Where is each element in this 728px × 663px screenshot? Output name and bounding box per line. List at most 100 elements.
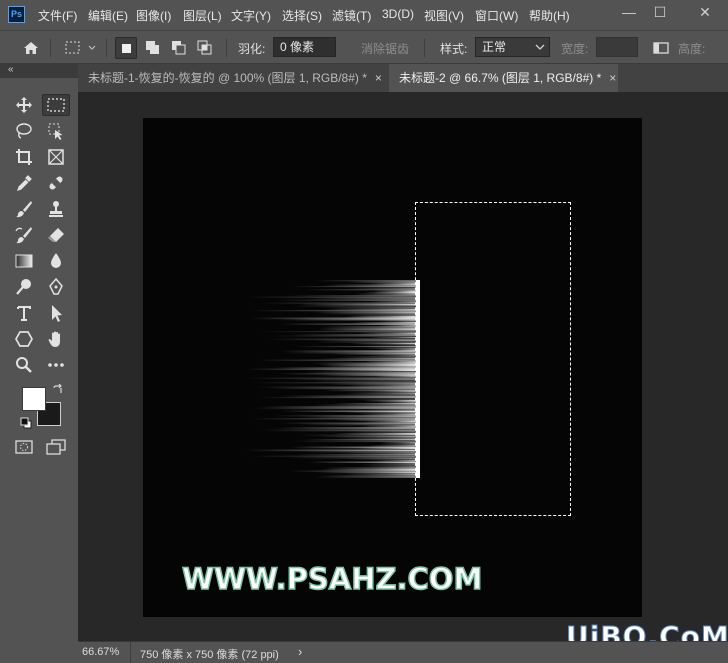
frame-icon [48,149,64,165]
history-brush-icon [15,227,32,244]
style-label: 样式: [440,42,468,56]
document-tabs: 未标题-1-恢复的-恢复的 @ 100% (图层 1, RGB/8#) * × 未… [78,64,728,92]
watermark-text: WWW.PSAHZ.COM [181,561,483,597]
zoom-level[interactable]: 66.67% [82,646,119,658]
divider [424,39,425,57]
style-select-value: 正常 [482,40,507,54]
crop-icon [16,149,32,165]
hand-tool[interactable] [44,328,68,350]
maximize-button[interactable]: ☐ [645,2,675,24]
eyedropper-tool[interactable] [12,172,36,194]
path-selection-tool[interactable] [44,302,68,324]
height-label: 高度: [678,42,706,56]
menu-select[interactable]: 选择(S) [282,7,322,24]
quick-mask-icon [15,440,33,454]
swap-arrows-icon [53,383,62,393]
swap-icon [653,42,669,54]
shape-tool[interactable] [12,328,36,350]
default-colors-button[interactable] [20,417,32,432]
lasso-tool[interactable] [12,120,36,142]
home-button[interactable] [20,37,42,59]
style-select[interactable]: 正常 [475,37,550,57]
pen-icon [49,277,63,295]
screen-mode-button[interactable] [44,436,68,458]
frame-tool[interactable] [44,146,68,168]
close-tab-icon[interactable]: × [375,71,382,85]
brush-tool[interactable] [12,198,36,220]
menu-filter[interactable]: 滤镜(T) [332,7,371,24]
swap-colors-button[interactable] [52,383,64,399]
feather-label: 羽化: [238,42,266,56]
menu-bar: Ps 文件(F) 编辑(E) 图像(I) 图层(L) 文字(Y) 选择(S) 滤… [0,0,728,30]
close-window-button[interactable]: ✕ [690,2,720,24]
move-tool[interactable] [12,94,36,116]
options-bar: 羽化: 0 像素 消除锯齿 样式: 正常 宽度: 高度: [0,30,728,82]
status-bar: 66.67% 750 像素 x 750 像素 (72 ppi) › [78,641,728,663]
dodge-icon [16,279,31,295]
feather-input[interactable]: 0 像素 [273,37,336,57]
menu-layer[interactable]: 图层(L) [183,7,222,24]
object-selection-tool[interactable] [44,120,68,142]
document-info: 750 像素 x 750 像素 (72 ppi) [140,649,279,661]
swap-width-height-button[interactable] [650,37,672,59]
dodge-tool[interactable] [12,276,36,298]
drop-icon [51,253,61,268]
tab-document-2[interactable]: 未标题-2 @ 66.7% (图层 1, RGB/8#) * × [389,64,618,92]
motion-streak-layer [245,280,420,478]
move-icon [16,97,32,113]
eraser-icon [48,228,64,242]
new-selection-button[interactable] [115,37,137,59]
gradient-icon [15,254,33,268]
close-tab-icon[interactable]: × [609,71,616,85]
tab-title: 未标题-2 @ 66.7% (图层 1, RGB/8#) * [399,71,602,85]
divider [50,39,51,57]
magnifier-icon [16,357,32,373]
screen-mode-icon [46,439,66,455]
menu-view[interactable]: 视图(V) [424,7,464,24]
marquee-preset-picker[interactable] [62,37,98,59]
menu-type[interactable]: 文字(Y) [231,7,271,24]
pen-tool[interactable] [44,276,68,298]
menu-file[interactable]: 文件(F) [38,7,77,24]
chevron-down-icon [535,44,545,50]
menu-window[interactable]: 窗口(W) [475,7,518,24]
tab-document-1[interactable]: 未标题-1-恢复的-恢复的 @ 100% (图层 1, RGB/8#) * × [78,64,388,92]
divider [130,642,131,663]
type-icon [17,306,31,321]
eraser-tool[interactable] [44,224,68,246]
add-selection-icon [146,41,159,54]
subtract-from-selection-button[interactable] [168,37,190,59]
intersect-selection-button[interactable] [194,37,216,59]
healing-brush-tool[interactable] [44,172,68,194]
hexagon-icon [15,331,33,347]
menu-image[interactable]: 图像(I) [136,7,171,24]
subtract-selection-icon [172,41,186,55]
toolbar-collapse-button[interactable]: « [0,64,78,78]
brush-icon [16,201,32,218]
add-to-selection-button[interactable] [142,37,164,59]
history-brush-tool[interactable] [12,224,36,246]
status-menu-arrow[interactable]: › [298,644,302,659]
width-label: 宽度: [561,42,589,56]
quick-mask-button[interactable] [12,436,36,458]
tab-title: 未标题-1-恢复的-恢复的 @ 100% (图层 1, RGB/8#) * [88,71,367,85]
zoom-tool[interactable] [12,354,36,376]
menu-help[interactable]: 帮助(H) [529,7,570,24]
object-select-icon [48,123,63,140]
ellipsis-icon [48,363,64,367]
minimize-button[interactable]: — [614,2,644,24]
divider [226,39,227,57]
gradient-tool[interactable] [12,250,36,272]
foreground-color-swatch[interactable] [22,387,46,411]
menu-edit[interactable]: 编辑(E) [88,7,128,24]
rectangular-marquee-tool[interactable] [42,94,70,116]
type-tool[interactable] [12,302,36,324]
home-icon [24,42,38,54]
clone-stamp-tool[interactable] [44,198,68,220]
width-input[interactable] [596,37,638,57]
bandage-icon [49,176,63,190]
more-tools-button[interactable] [44,354,68,376]
blur-tool[interactable] [44,250,68,272]
crop-tool[interactable] [12,146,36,168]
menu-3d[interactable]: 3D(D) [382,7,414,21]
